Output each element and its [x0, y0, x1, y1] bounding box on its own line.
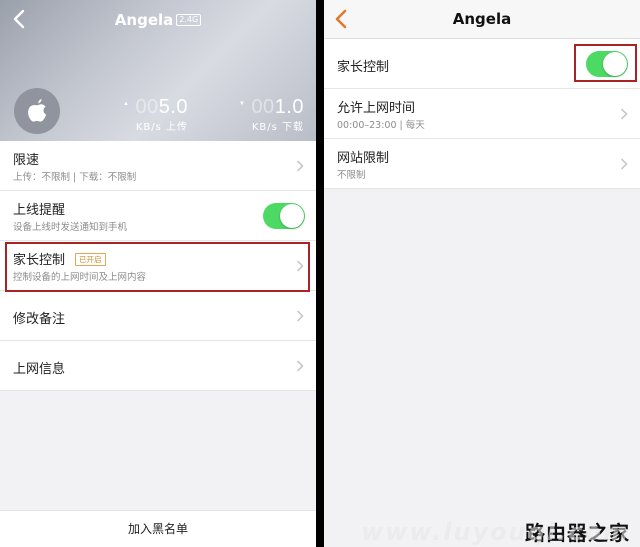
right-screen: Angela 家长控制 允许上网时间 00:00–23:00 | 每天 网站限制… — [324, 0, 640, 547]
row-site-limit[interactable]: 网站限制 不限制 — [324, 139, 640, 189]
left-screen: Angela 2.4G ▲ 005.0 KB/s 上传 ▼ 001.0 KB/s 下载… — [0, 0, 316, 547]
row-net-info[interactable]: 上网信息 — [0, 341, 316, 391]
device-avatar — [14, 88, 60, 134]
online-alert-toggle[interactable] — [263, 203, 305, 229]
download-arrow-icon: ▼ — [238, 101, 246, 107]
chevron-right-icon — [620, 108, 628, 120]
band-badge: 2.4G — [176, 14, 202, 26]
row-online-alert: 上线提醒 设备上线时发送通知到手机 — [0, 191, 316, 241]
row-rename[interactable]: 修改备注 — [0, 291, 316, 341]
chevron-right-icon — [296, 360, 304, 372]
row-speed-limit[interactable]: 限速 上传：不限制 | 下载：不限制 — [0, 141, 316, 191]
chevron-right-icon — [296, 310, 304, 322]
device-header: Angela 2.4G ▲ 005.0 KB/s 上传 ▼ 001.0 KB/s 下载 — [0, 0, 316, 141]
chevron-right-icon — [296, 160, 304, 172]
highlight-box — [5, 242, 310, 292]
toggle-highlight-box — [574, 44, 637, 82]
apple-logo-icon — [28, 99, 47, 122]
row-allowed-time[interactable]: 允许上网时间 00:00–23:00 | 每天 — [324, 89, 640, 139]
page-title: Angela — [452, 10, 512, 28]
upload-arrow-icon: ▲ — [122, 101, 130, 107]
watermark: www.luyouqi.com 路由器之家 — [361, 518, 630, 546]
chevron-right-icon — [620, 158, 628, 170]
device-title: Angela 2.4G — [0, 11, 316, 29]
download-speed: ▼ 001.0 KB/s 下载 — [238, 96, 304, 133]
nav-bar: Angela — [324, 0, 640, 39]
upload-speed: ▲ 005.0 KB/s 上传 — [122, 96, 188, 133]
add-blacklist-button[interactable]: 加入黑名单 — [0, 510, 316, 547]
